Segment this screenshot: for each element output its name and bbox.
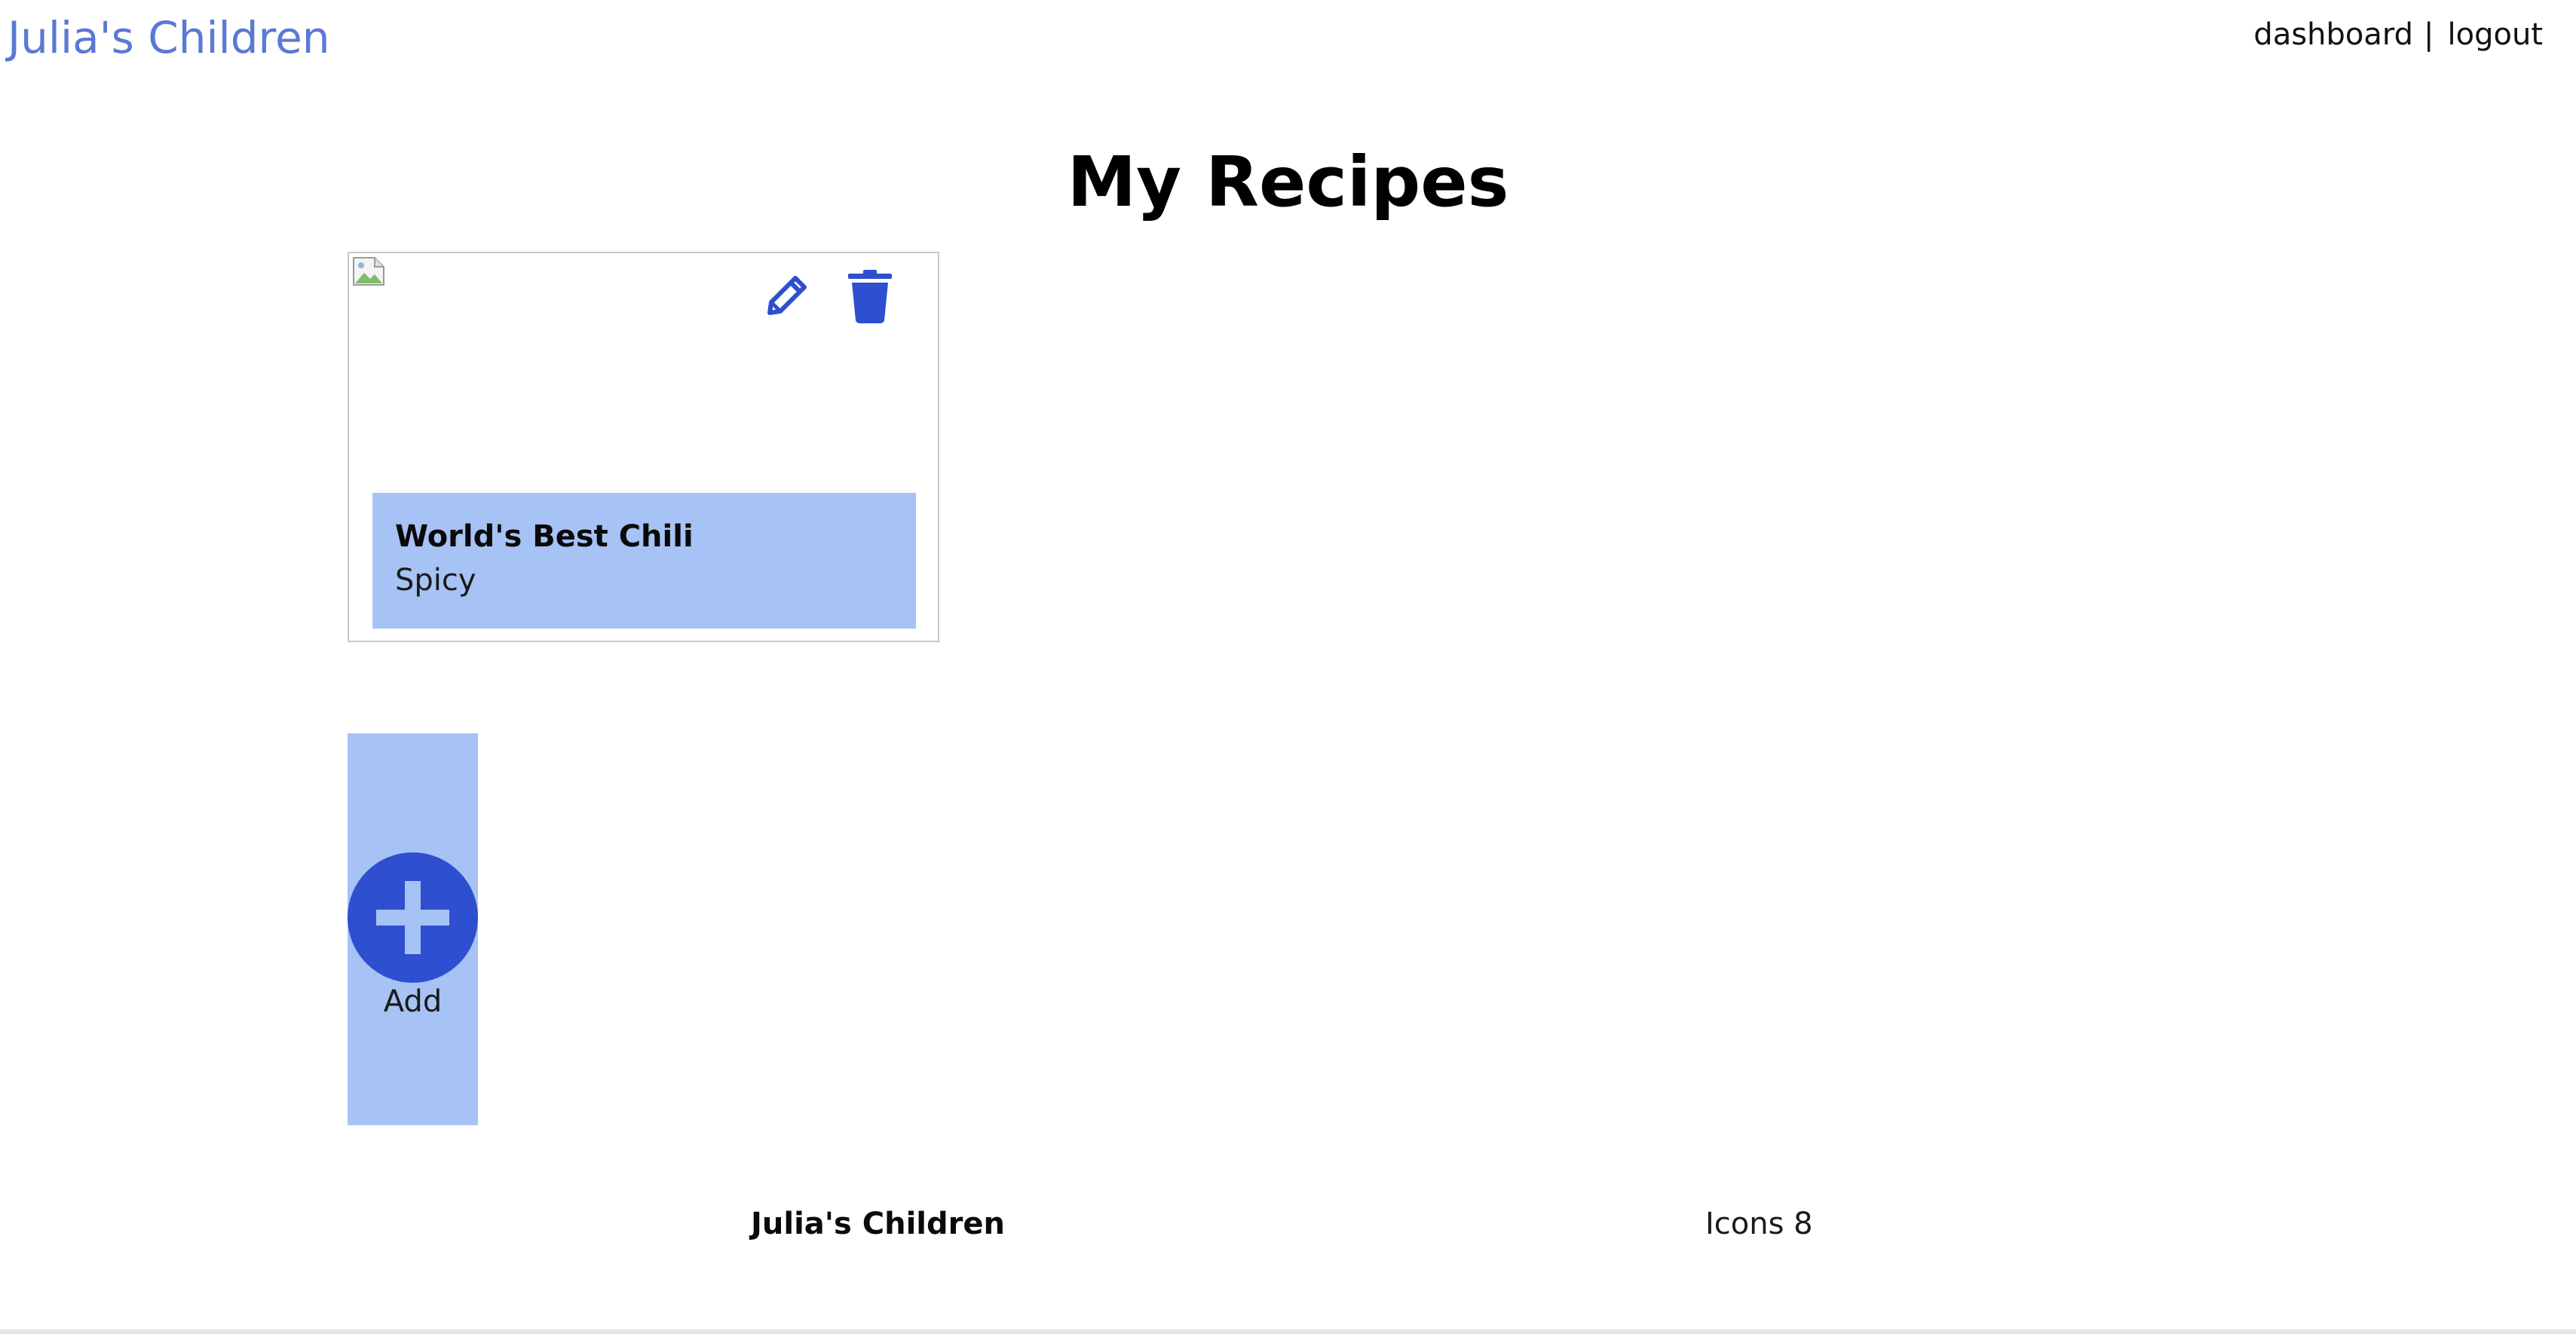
bottom-divider (0, 1329, 2576, 1334)
icons8-credit-link[interactable]: Icons 8 (1705, 1201, 1813, 1247)
recipe-info-panel: World's Best Chili Spicy (372, 493, 916, 629)
broken-image-icon (352, 256, 385, 286)
recipe-name: World's Best Chili (395, 519, 694, 554)
top-nav: dashboard | logout (2253, 11, 2543, 59)
edit-button[interactable] (757, 270, 814, 327)
dashboard-link[interactable]: dashboard (2253, 11, 2413, 59)
nav-separator: | (2424, 17, 2434, 52)
recipe-description: Spicy (395, 563, 476, 598)
add-recipe-button[interactable]: Add (348, 733, 478, 1125)
recipe-card[interactable]: World's Best Chili Spicy (348, 252, 939, 642)
pencil-icon (759, 271, 812, 326)
card-actions (757, 270, 899, 327)
plus-circle-icon (348, 852, 478, 983)
brand-link[interactable]: Julia's Children (8, 8, 330, 68)
page-title: My Recipes (1067, 142, 1509, 222)
delete-button[interactable] (841, 270, 899, 327)
add-label: Add (383, 984, 443, 1019)
trash-icon (845, 269, 895, 328)
logout-link[interactable]: logout (2448, 11, 2543, 59)
footer-brand: Julia's Children (751, 1207, 1005, 1241)
